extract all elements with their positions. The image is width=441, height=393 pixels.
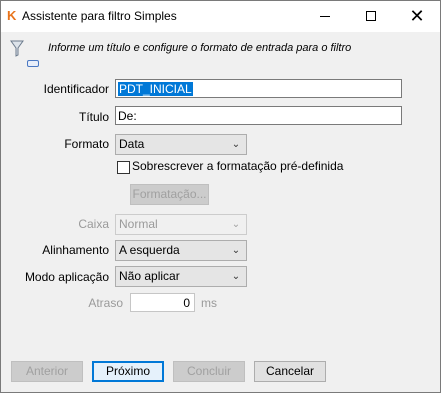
minimize-button[interactable] (302, 1, 348, 32)
formato-select[interactable]: Data ⌄ (115, 134, 247, 155)
window-title: Assistente para filtro Simples (22, 9, 177, 23)
formatacao-button[interactable]: Formatação... (130, 184, 209, 205)
hint-icon (27, 60, 39, 67)
alinhamento-select[interactable]: A esquerda ⌄ (115, 240, 247, 261)
close-icon: ✕ (409, 6, 425, 26)
title-bar[interactable]: K Assistente para filtro Simples ✕ (1, 1, 440, 32)
titulo-label: Título (78, 110, 109, 124)
identificador-input[interactable]: PDT_INICIAL (115, 79, 402, 98)
modo-aplicacao-value: Não aplicar (119, 269, 180, 283)
override-format-label: Sobrescrever a formatação pré-definida (132, 159, 344, 173)
maximize-button[interactable] (348, 1, 394, 32)
alinhamento-label: Alinhamento (42, 243, 109, 257)
caixa-label: Caixa (78, 217, 109, 231)
alinhamento-value: A esquerda (119, 243, 180, 257)
proximo-button[interactable]: Próximo (92, 361, 164, 382)
app-logo-icon: K (7, 8, 17, 23)
header-info-text: Informe um título e configure o formato … (48, 42, 352, 54)
formato-value: Data (119, 137, 145, 151)
caixa-value: Normal (119, 217, 158, 231)
dialog-window: K Assistente para filtro Simples ✕ Infor… (0, 0, 441, 393)
caixa-select[interactable]: Normal ⌄ (115, 214, 247, 235)
chevron-down-icon: ⌄ (231, 245, 241, 256)
chevron-down-icon: ⌄ (231, 139, 241, 150)
override-format-checkbox[interactable] (117, 161, 130, 174)
formato-label: Formato (64, 137, 109, 151)
chevron-down-icon: ⌄ (231, 219, 241, 230)
cancelar-button[interactable]: Cancelar (254, 361, 326, 382)
maximize-icon (366, 11, 376, 21)
atraso-label: Atraso (88, 296, 123, 310)
modo-aplicacao-select[interactable]: Não aplicar ⌄ (115, 266, 247, 287)
atraso-unit: ms (201, 296, 217, 310)
close-button[interactable]: ✕ (394, 1, 440, 32)
atraso-value: 0 (183, 296, 190, 310)
atraso-input[interactable]: 0 (130, 293, 195, 312)
anterior-button[interactable]: Anterior (11, 361, 83, 382)
filter-icon (10, 40, 24, 57)
chevron-down-icon: ⌄ (231, 271, 241, 282)
minimize-icon (320, 16, 330, 17)
concluir-button[interactable]: Concluir (173, 361, 245, 382)
identificador-value: PDT_INICIAL (118, 82, 193, 96)
modo-aplicacao-label: Modo aplicação (24, 270, 109, 284)
titulo-input[interactable]: De: (115, 106, 402, 125)
identificador-label: Identificador (43, 82, 109, 96)
titulo-value: De: (118, 109, 137, 123)
